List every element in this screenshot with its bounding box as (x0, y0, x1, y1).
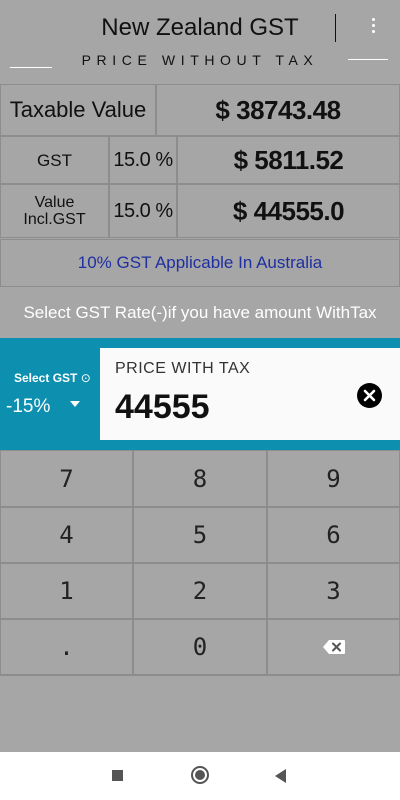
incl-gst-rate: 15.0 % (109, 184, 177, 238)
gst-rate-select[interactable]: -15% (6, 396, 50, 418)
more-vert-icon[interactable] (360, 12, 386, 38)
price-input-label: PRICE WITH TAX (115, 360, 251, 377)
keypad-empty-area (0, 675, 400, 752)
backspace-key[interactable] (267, 619, 400, 675)
value-incl-gst-label: Value Incl.GST (0, 184, 109, 238)
hint-text: Select GST Rate(-)if you have amount Wit… (23, 303, 377, 322)
key-1[interactable]: 1 (0, 563, 133, 619)
key-decimal[interactable]: . (0, 619, 133, 675)
key-5[interactable]: 5 (133, 507, 267, 563)
key-3[interactable]: 3 (267, 563, 400, 619)
key-4[interactable]: 4 (0, 507, 133, 563)
value-incl-gst-amount: $ 44555.0 (177, 184, 400, 238)
info-banner: 10% GST Applicable In Australia (0, 239, 400, 287)
help-icon[interactable]: ⊙ (81, 371, 91, 385)
gst-label: GST (0, 136, 109, 184)
dropdown-caret-icon[interactable] (70, 401, 80, 407)
taxable-value-label: Taxable Value (0, 84, 156, 136)
text-cursor (335, 14, 336, 42)
gst-amount: $ 5811.52 (177, 136, 400, 184)
gst-rate: 15.0 % (109, 136, 177, 184)
key-0[interactable]: 0 (133, 619, 267, 675)
select-gst-label-text: Select GST (14, 371, 78, 385)
backspace-icon (322, 640, 345, 654)
key-7[interactable]: 7 (0, 450, 133, 507)
key-8[interactable]: 8 (133, 450, 267, 507)
recents-square-icon[interactable] (112, 770, 123, 781)
decorative-line-right (348, 59, 388, 60)
key-2[interactable]: 2 (133, 563, 267, 619)
decorative-line-left (10, 67, 52, 68)
key-9[interactable]: 9 (267, 450, 400, 507)
key-6[interactable]: 6 (267, 507, 400, 563)
page-subtitle: PRICE WITHOUT TAX (81, 52, 319, 68)
taxable-value-amount: $ 38743.48 (156, 84, 400, 136)
app-title: New Zealand GST (101, 14, 299, 41)
clear-circle-icon[interactable] (357, 383, 382, 408)
price-input-value[interactable]: 44555 (115, 388, 210, 427)
value-incl-gst-label-line2: Incl.GST (23, 211, 86, 228)
back-triangle-icon[interactable] (275, 769, 286, 783)
home-circle-icon[interactable] (191, 766, 209, 784)
select-gst-label: Select GST ⊙ (14, 371, 91, 385)
value-incl-gst-label-line1: Value (34, 194, 75, 211)
